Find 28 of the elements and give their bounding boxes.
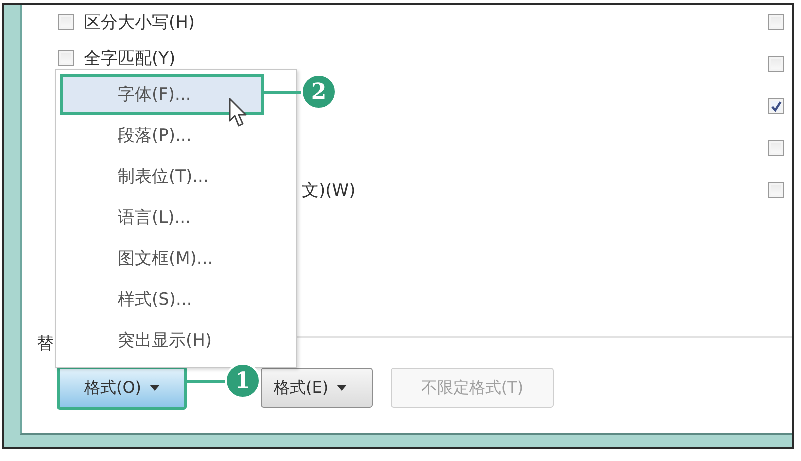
menu-item[interactable]: 样式(S)... — [60, 279, 292, 320]
mouse-cursor-icon — [229, 98, 249, 128]
format-button[interactable]: 格式(E) — [261, 368, 373, 408]
checkbox[interactable] — [768, 56, 784, 72]
menu-item[interactable]: 语言(L)... — [60, 197, 292, 238]
checkbox[interactable] — [768, 182, 784, 198]
step-number-badge: 2 — [301, 74, 337, 110]
menu-item[interactable]: 图文框(M)... — [60, 238, 292, 279]
option-label: 区分大小写(H) — [84, 12, 196, 34]
caret-icon — [336, 385, 347, 391]
checkmark-icon — [770, 100, 782, 112]
option-label: 全字匹配(Y) — [84, 48, 176, 70]
replace-label: 替 — [37, 333, 54, 355]
checkbox[interactable] — [768, 140, 784, 156]
leader-line — [187, 380, 225, 382]
checkbox[interactable] — [768, 14, 784, 30]
checkbox[interactable] — [768, 98, 784, 114]
menu-item[interactable]: 制表位(T)... — [60, 156, 292, 197]
caret-icon — [150, 385, 160, 391]
menu-item[interactable]: 突出显示(H) — [60, 320, 292, 361]
menu-item[interactable]: 段落(P)... — [60, 115, 292, 156]
checkbox[interactable] — [58, 50, 74, 66]
checkbox[interactable] — [58, 14, 74, 30]
leader-line — [263, 90, 301, 94]
option-label: 文)(W) — [302, 180, 356, 202]
format-button[interactable]: 格式(O) — [57, 366, 187, 410]
step-number-badge: 1 — [225, 363, 261, 399]
menu-item[interactable]: 字体(F)... — [60, 74, 264, 115]
